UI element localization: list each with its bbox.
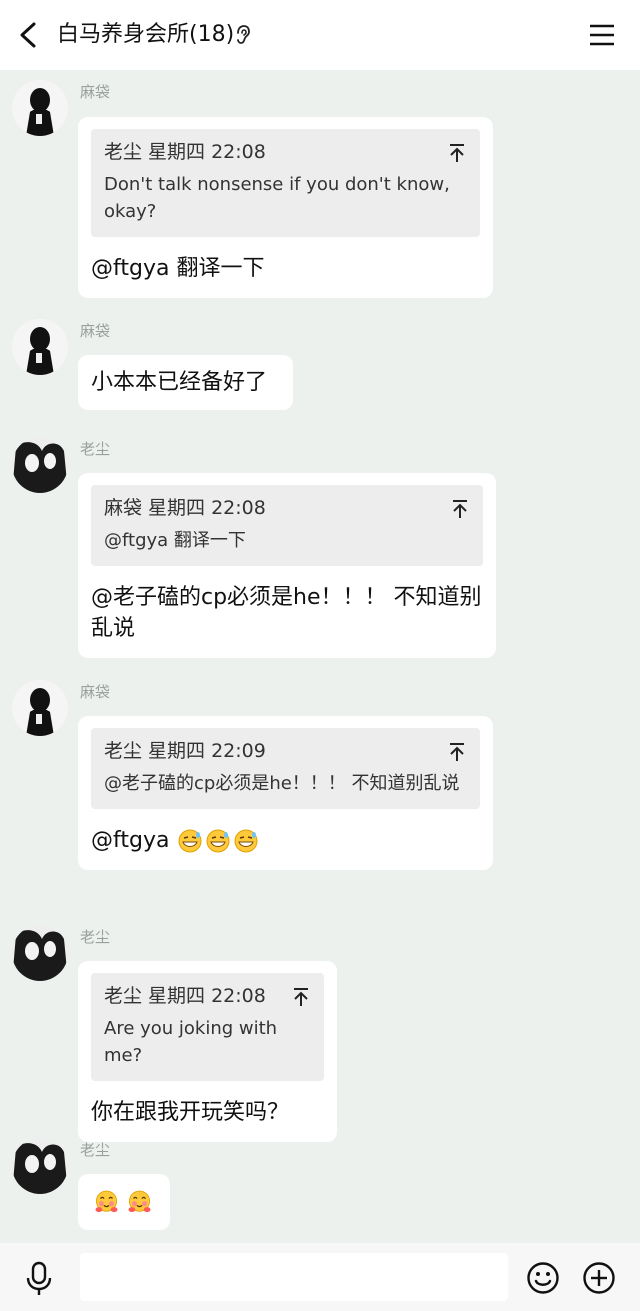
avatar[interactable] — [12, 319, 68, 375]
jump-to-quote-icon[interactable] — [448, 143, 466, 163]
chevron-left-icon[interactable] — [14, 20, 42, 50]
emoji-row — [91, 1186, 157, 1218]
smiley-icon[interactable] — [526, 1261, 560, 1295]
message-bubble[interactable]: 老尘 星期四 22:09 @老子磕的cp必须是he！！！ 不知道别乱说 @ftg… — [78, 716, 493, 870]
quote-header: 老尘 星期四 22:08 — [104, 141, 266, 163]
sender-name: 老尘 — [80, 440, 111, 458]
message-text: @ftgya — [91, 828, 170, 853]
hug-face-emoji — [128, 1190, 151, 1213]
sender-name: 麻袋 — [80, 322, 111, 340]
message-input[interactable] — [80, 1253, 508, 1301]
quote-text: @ftgya 翻译一下 — [104, 530, 246, 551]
hamburger-menu-icon[interactable] — [586, 20, 618, 50]
message-text: @ftgya 翻译一下 — [91, 256, 265, 281]
quoted-message[interactable]: 老尘 星期四 22:09 @老子磕的cp必须是he！！！ 不知道别乱说 — [91, 728, 480, 809]
microphone-icon[interactable] — [24, 1261, 54, 1297]
quote-header: 老尘 星期四 22:09 — [104, 740, 266, 762]
plus-circle-icon[interactable] — [582, 1261, 616, 1295]
message-bubble[interactable]: 小本本已经备好了 — [78, 355, 293, 410]
avatar[interactable] — [12, 680, 68, 736]
message-text: 你在跟我开玩笑吗？ — [91, 1100, 290, 1125]
quoted-message[interactable]: 老尘 星期四 22:08 Don't talk nonsense if you … — [91, 129, 480, 237]
sender-name: 老尘 — [80, 928, 111, 946]
laughing-sweat-emoji — [206, 829, 230, 852]
quoted-message[interactable]: 老尘 星期四 22:08 Are you joking with me? — [91, 973, 324, 1081]
quote-text: @老子磕的cp必须是he！！！ 不知道别乱说 — [104, 773, 460, 794]
sender-name: 老尘 — [80, 1141, 111, 1159]
message-bubble[interactable] — [78, 1174, 170, 1230]
header-bar: 白马养身会所(18) — [0, 0, 640, 70]
message-bubble[interactable]: 老尘 星期四 22:08 Don't talk nonsense if you … — [78, 117, 493, 298]
avatar[interactable] — [12, 1138, 68, 1194]
avatar[interactable] — [12, 437, 68, 493]
quoted-message[interactable]: 麻袋 星期四 22:08 @ftgya 翻译一下 — [91, 485, 483, 566]
laughing-sweat-emoji — [234, 829, 258, 852]
message-text-row: @ftgya — [91, 825, 480, 856]
laughing-sweat-emoji — [178, 829, 202, 852]
message-text: 小本本已经备好了 — [91, 370, 268, 395]
message-text: @老子磕的cp必须是he！！！ 不知道别乱说 — [91, 585, 482, 641]
jump-to-quote-icon[interactable] — [448, 742, 466, 762]
quote-text: Don't talk nonsense if you don't know, o… — [104, 174, 450, 222]
chat-screen: 白马养身会所(18) 麻袋 老尘 星期四 22:08 Don't talk no… — [0, 0, 640, 1311]
quote-text: Are you joking with me? — [104, 1018, 278, 1066]
sender-name: 麻袋 — [80, 83, 111, 101]
message-bubble[interactable]: 老尘 星期四 22:08 Are you joking with me? 你在跟… — [78, 961, 337, 1142]
avatar[interactable] — [12, 925, 68, 981]
quote-header: 老尘 星期四 22:08 — [104, 985, 266, 1007]
message-bubble[interactable]: 麻袋 星期四 22:08 @ftgya 翻译一下 @老子磕的cp必须是he！！！… — [78, 473, 496, 658]
jump-to-quote-icon[interactable] — [292, 987, 310, 1007]
quote-header: 麻袋 星期四 22:08 — [104, 497, 266, 519]
hug-face-emoji — [95, 1190, 118, 1213]
avatar[interactable] — [12, 80, 68, 136]
sender-name: 麻袋 — [80, 683, 111, 701]
page-title: 白马养身会所(18) — [57, 22, 235, 47]
input-bar — [0, 1243, 640, 1311]
ear-icon — [237, 25, 250, 44]
jump-to-quote-icon[interactable] — [451, 499, 469, 519]
